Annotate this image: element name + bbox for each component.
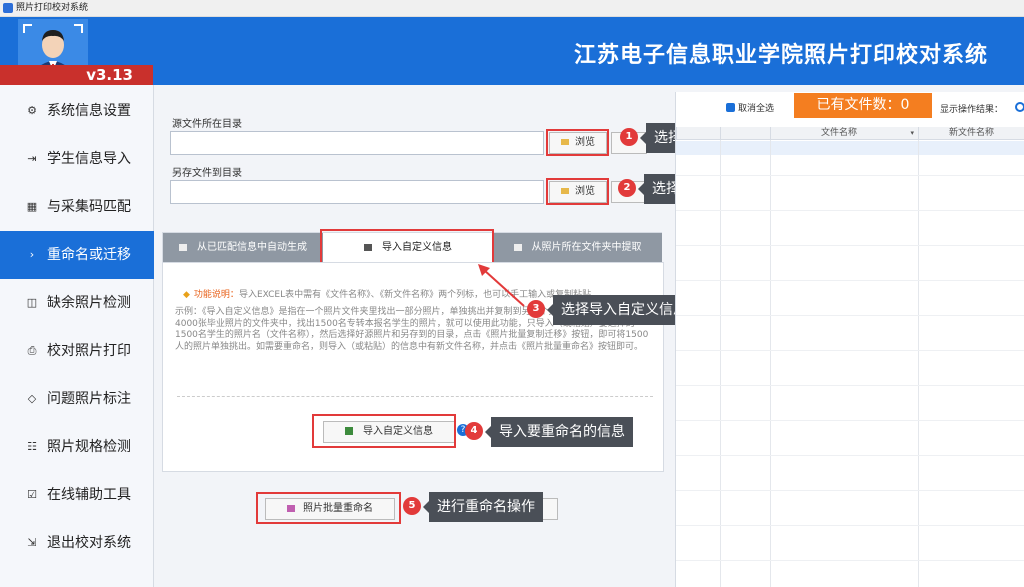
column-newname[interactable]: 新文件名称 bbox=[918, 127, 1024, 140]
step-badge-3: 3 bbox=[527, 300, 545, 318]
sidebar-item-spec-check[interactable]: ☷ 照片规格检测 bbox=[0, 423, 154, 471]
column-filename[interactable]: 文件名称 ▾ bbox=[770, 127, 918, 140]
highlight-box-3 bbox=[320, 229, 494, 266]
chevron-down-icon[interactable]: ▾ bbox=[910, 127, 914, 139]
sidebar-item-label: 在线辅助工具 bbox=[47, 487, 131, 503]
target-dir-input[interactable] bbox=[170, 180, 544, 204]
divider bbox=[177, 396, 653, 397]
grid-line bbox=[676, 420, 1024, 421]
cancel-all-label: 取消全选 bbox=[738, 104, 775, 114]
scan-icon: ◫ bbox=[26, 296, 38, 309]
highlight-box-1 bbox=[546, 129, 609, 156]
step-badge-2: 2 bbox=[618, 179, 636, 197]
target-dir-label: 另存文件到目录 bbox=[172, 168, 242, 179]
sidebar-item-label: 系统信息设置 bbox=[47, 103, 131, 119]
cancel-select-all-checkbox[interactable]: 取消全选 bbox=[726, 101, 774, 114]
highlight-box-5 bbox=[256, 492, 401, 524]
source-dir-input[interactable] bbox=[170, 131, 544, 155]
table-header-cell[interactable] bbox=[720, 127, 770, 140]
monitor-icon bbox=[513, 243, 522, 251]
warning-icon: ◆ bbox=[183, 290, 190, 300]
gear-icon: ⚙ bbox=[27, 104, 37, 117]
sidebar-item-label: 照片规格检测 bbox=[47, 439, 131, 455]
grid-line bbox=[918, 140, 919, 587]
show-result-label: 显示操作结果： bbox=[940, 105, 1004, 115]
sidebar-item-label: 缺余照片检测 bbox=[47, 295, 131, 311]
sidebar: ⚙ 系统信息设置 ⇥ 学生信息导入 ▦ 与采集码匹配 › 重命名或迁移 ◫ 缺余… bbox=[0, 85, 154, 587]
grid-line bbox=[676, 525, 1024, 526]
function-label: 功能说明： bbox=[193, 290, 239, 300]
window-title: 照片打印校对系统 bbox=[16, 3, 89, 13]
grid-icon: ▦ bbox=[26, 200, 38, 213]
tag-icon: ◇ bbox=[27, 392, 37, 405]
sidebar-item-label: 退出校对系统 bbox=[47, 535, 131, 551]
sidebar-item-label: 校对照片打印 bbox=[47, 343, 131, 359]
function-text: 导入EXCEL表中需有《文件名称》、《新文件名称》两个列标，也可以手工输入或复制… bbox=[238, 290, 601, 300]
table-row[interactable] bbox=[676, 141, 1024, 155]
callout-3: 选择导入自定义信息 bbox=[547, 295, 695, 325]
show-result-radio[interactable] bbox=[1015, 102, 1024, 112]
sidebar-item-code-match[interactable]: ▦ 与采集码匹配 bbox=[0, 183, 154, 231]
grid-line bbox=[676, 245, 1024, 246]
highlight-box-4 bbox=[312, 414, 456, 448]
grid-line bbox=[676, 385, 1024, 386]
app-header: v3.13 江苏电子信息职业学院照片打印校对系统 bbox=[0, 17, 1024, 85]
app-icon bbox=[3, 3, 13, 13]
source-dir-label: 源文件所在目录 bbox=[172, 119, 242, 130]
sidebar-item-exit[interactable]: ⇲ 退出校对系统 bbox=[0, 519, 154, 567]
check-icon: ☑ bbox=[27, 488, 37, 501]
exit-icon: ⇲ bbox=[27, 536, 37, 549]
grid-line bbox=[676, 490, 1024, 491]
sidebar-item-online-tools[interactable]: ☑ 在线辅助工具 bbox=[0, 471, 154, 519]
table-header-cell[interactable] bbox=[676, 127, 720, 140]
callout-4: 导入要重命名的信息 bbox=[485, 417, 633, 447]
callout-5: 进行重命名操作 bbox=[423, 492, 543, 522]
step-badge-1: 1 bbox=[620, 128, 638, 146]
sidebar-item-label: 与采集码匹配 bbox=[47, 199, 131, 215]
grid-line bbox=[770, 140, 771, 587]
step-badge-4: 4 bbox=[465, 422, 483, 440]
sidebar-item-student-import[interactable]: ⇥ 学生信息导入 bbox=[0, 135, 154, 183]
grid-line bbox=[676, 175, 1024, 176]
result-table-header: 文件名称 ▾ 新文件名称 bbox=[676, 127, 1024, 140]
grid-line bbox=[676, 280, 1024, 281]
column-filename-label: 文件名称 bbox=[821, 128, 858, 138]
sidebar-item-label: 重命名或迁移 bbox=[47, 247, 131, 263]
tab-extract-folder[interactable]: 从照片所在文件夹中提取 bbox=[493, 233, 662, 262]
checkbox-icon bbox=[726, 103, 735, 112]
highlight-box-2 bbox=[546, 178, 609, 205]
list-icon: ☷ bbox=[27, 440, 37, 453]
arrow-icon: › bbox=[29, 248, 35, 261]
column-newname-label: 新文件名称 bbox=[949, 128, 995, 138]
grid-line bbox=[676, 210, 1024, 211]
grid-line bbox=[676, 560, 1024, 561]
sidebar-item-problem-mark[interactable]: ◇ 问题照片标注 bbox=[0, 375, 154, 423]
grid-line bbox=[676, 455, 1024, 456]
sidebar-item-rename-migrate[interactable]: › 重命名或迁移 bbox=[0, 231, 154, 279]
import-icon: ⇥ bbox=[27, 152, 37, 165]
grid-line bbox=[720, 140, 721, 587]
window-titlebar: 照片打印校对系统 bbox=[0, 0, 1024, 17]
sidebar-item-label: 学生信息导入 bbox=[47, 151, 131, 167]
monitor-icon bbox=[179, 243, 187, 251]
grid-line bbox=[676, 315, 1024, 316]
sidebar-item-system-settings[interactable]: ⚙ 系统信息设置 bbox=[0, 87, 154, 135]
file-count-badge: 已有文件数：0 bbox=[794, 93, 932, 118]
sidebar-item-label: 问题照片标注 bbox=[47, 391, 131, 407]
step-badge-5: 5 bbox=[403, 497, 421, 515]
print-icon: ⎙ bbox=[27, 344, 37, 357]
tab-label: 从已匹配信息中自动生成 bbox=[197, 242, 307, 253]
pointer-arrow bbox=[478, 264, 525, 307]
page-title: 江苏电子信息职业学院照片打印校对系统 bbox=[573, 43, 988, 68]
sidebar-item-missing-detect[interactable]: ◫ 缺余照片检测 bbox=[0, 279, 154, 327]
tab-label: 从照片所在文件夹中提取 bbox=[531, 242, 642, 253]
tab-auto-generate[interactable]: 从已匹配信息中自动生成 bbox=[163, 233, 323, 262]
result-panel bbox=[675, 92, 1024, 587]
sidebar-item-proof-print[interactable]: ⎙ 校对照片打印 bbox=[0, 327, 154, 375]
version-badge: v3.13 bbox=[0, 65, 153, 85]
grid-line bbox=[676, 350, 1024, 351]
